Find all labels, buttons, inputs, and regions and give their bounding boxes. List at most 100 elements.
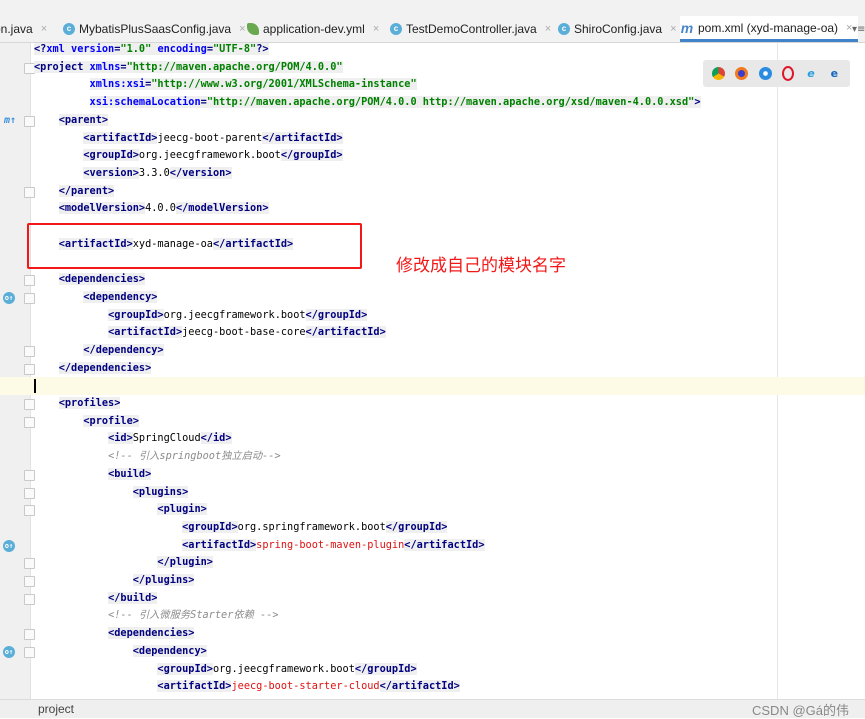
xml-text-unresolved: spring-boot-maven-plugin (256, 538, 405, 551)
xml-tag: </artifactId> (262, 131, 343, 144)
code-text: <profile> (34, 413, 139, 431)
code-text: <dependency> (34, 289, 158, 307)
code-line: <plugin> (0, 501, 865, 519)
tab-list-menu-button[interactable]: ▾≡ (852, 24, 865, 35)
code-line: <?xml version="1.0" encoding="UTF-8"?> (0, 41, 865, 59)
xml-text: org.jeecgframework.boot (212, 662, 355, 675)
xml-tag: <dependencies> (108, 627, 195, 640)
code-text: <version>3.3.0</version> (34, 165, 232, 183)
xml-attribute-value: "UTF-8" (212, 43, 257, 55)
xml-tag: </build> (108, 591, 158, 604)
xml-text: org.springframework.boot (237, 520, 386, 533)
xml-tag: <artifactId> (157, 680, 232, 693)
code-text: </parent> (34, 183, 115, 201)
parent-pom-navigate-icon[interactable]: m↑ (4, 115, 16, 127)
tab-application-dev-yml[interactable]: application-dev.yml × (247, 16, 385, 42)
code-text: <groupId>org.springframework.boot</group… (34, 519, 448, 537)
xml-tag: </groupId> (305, 308, 368, 321)
code-text: </build> (34, 590, 158, 608)
dependency-navigate-icon[interactable]: o↑ (3, 645, 15, 658)
code-text: <plugin> (34, 501, 207, 519)
java-class-icon: c (390, 23, 402, 35)
xml-text: org.jeecgframework.boot (163, 308, 306, 321)
xml-tag: <plugin> (157, 503, 207, 516)
close-icon[interactable]: × (373, 23, 379, 35)
edge-icon[interactable]: e (828, 67, 841, 80)
xml-punctuation: = (200, 96, 207, 109)
code-line: <artifactId>jeecg-boot-base-core</artifa… (0, 324, 865, 342)
tab-shiroconfig-java[interactable]: c ShiroConfig.java × (558, 16, 683, 42)
code-line: <groupId>org.jeecgframework.boot</groupI… (0, 661, 865, 679)
xml-tag: </plugins> (132, 574, 195, 586)
code-line: <groupId>org.jeecgframework.boot</groupI… (0, 147, 865, 165)
code-line: <build> (0, 466, 865, 484)
code-text: <profiles> (34, 395, 121, 413)
xml-attribute-value: "1.0" (120, 43, 158, 55)
code-line: <groupId>org.jeecgframework.boot</groupI… (0, 307, 865, 325)
xml-tag: </groupId> (280, 149, 343, 162)
dependency-navigate-icon[interactable]: o↑ (3, 539, 15, 552)
xml-punctuation: <? (34, 43, 47, 55)
xml-tag: <profiles> (58, 397, 121, 409)
xml-comment: <!-- 引入springboot独立启动--> (108, 450, 281, 463)
code-text: <plugins> (34, 484, 189, 502)
tab-on-java[interactable]: on.java × (0, 16, 53, 42)
maven-icon: m (680, 19, 694, 36)
safari-icon[interactable] (758, 67, 772, 80)
xml-attribute-value: "http://www.w3.org/2001/XMLSchema-instan… (151, 78, 417, 91)
code-line: <dependencies> (0, 625, 865, 643)
code-text: <groupId>org.jeecgframework.boot</groupI… (34, 307, 368, 325)
xml-tag: </artifactId> (305, 326, 386, 339)
browser-preview-toolbar: e e (703, 60, 850, 87)
highlight-box (27, 223, 362, 269)
close-icon[interactable]: × (545, 23, 551, 35)
xml-text: SpringCloud (132, 432, 201, 445)
editor-tab-bar: on.java× cMybatisPlusSaasConfig.java×appl… (0, 0, 865, 43)
tab-mybatisplussaasconfig-java[interactable]: c MybatisPlusSaasConfig.java × (63, 16, 252, 42)
xml-tag: </modelVersion> (175, 202, 269, 215)
code-text: <groupId>org.jeecgframework.boot</groupI… (34, 661, 417, 679)
code-text: xsi:schemaLocation="http://maven.apache.… (34, 94, 701, 112)
xml-tag: <dependency> (132, 644, 207, 657)
xml-tag: </dependency> (83, 343, 164, 356)
code-text: <modelVersion>4.0.0</modelVersion> (34, 200, 269, 218)
code-text: </dependencies> (34, 360, 152, 378)
code-line: m↑ <parent> (0, 112, 865, 130)
close-icon[interactable]: × (41, 23, 47, 35)
dependency-navigate-icon[interactable]: o↑ (3, 291, 15, 304)
code-line: </parent> (0, 183, 865, 201)
code-text: <!-- 引入springboot独立启动--> (34, 448, 281, 466)
code-line: <version>3.3.0</version> (0, 165, 865, 183)
opera-icon[interactable] (782, 66, 795, 81)
ie-icon[interactable]: e (804, 67, 817, 80)
code-line: </build> (0, 590, 865, 608)
xml-tag: </artifactId> (379, 680, 460, 693)
xml-tag: </id> (200, 432, 232, 445)
firefox-icon[interactable] (735, 67, 749, 80)
xml-tag: <artifactId> (108, 326, 183, 339)
code-text: <project xmlns="http://maven.apache.org/… (34, 59, 343, 77)
tab-pom-xml-xyd-manage-oa[interactable]: m pom.xml (xyd-manage-oa) × (680, 16, 859, 42)
code-line: <!-- 引入springboot独立启动--> (0, 448, 865, 466)
close-icon[interactable]: × (670, 23, 676, 35)
xml-tag: <build> (108, 467, 152, 480)
xml-tag: <artifactId> (83, 131, 158, 144)
xml-tag: <version> (83, 166, 139, 179)
close-icon[interactable]: × (239, 23, 245, 35)
code-line (0, 377, 865, 395)
xml-tag: > (694, 96, 701, 109)
yaml-file-icon (247, 23, 259, 35)
xml-text: jeecg-boot-parent (157, 131, 263, 144)
xml-punctuation: ?> (256, 43, 269, 55)
breadcrumb-bar: project CSDN @Gá的伟 (0, 699, 865, 718)
xml-attribute-value: "http://maven.apache.org/POM/4.0.0" (126, 60, 343, 73)
chrome-icon[interactable] (712, 67, 726, 80)
code-line: </dependencies> (0, 360, 865, 378)
xml-text: 4.0.0 (145, 202, 176, 215)
tab-testdemocontroller-java[interactable]: c TestDemoController.java × (390, 16, 557, 42)
code-text: <parent> (34, 112, 109, 130)
code-line: <profiles> (0, 395, 865, 413)
xml-tag: <modelVersion> (58, 202, 146, 215)
breadcrumb-item[interactable]: project (38, 702, 74, 716)
xml-tag: <dependency> (83, 290, 158, 303)
